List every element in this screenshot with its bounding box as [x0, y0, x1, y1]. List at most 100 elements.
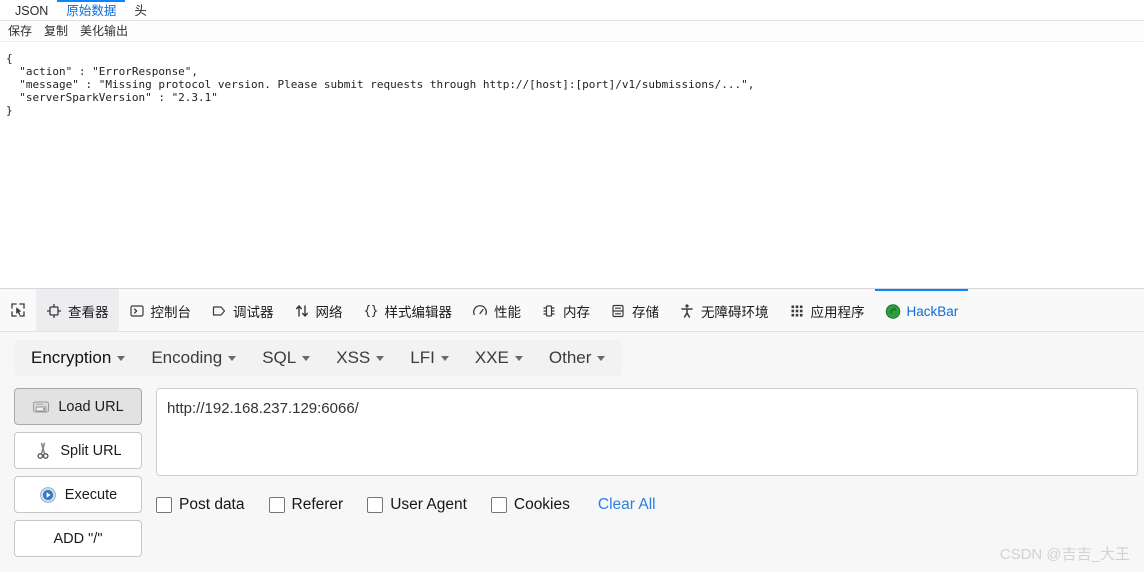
split-url-button-label: Split URL [60, 442, 122, 459]
chevron-down-icon [302, 355, 311, 361]
tab-accessibility[interactable]: 无障碍环境 [669, 289, 779, 331]
copy-action[interactable]: 复制 [44, 25, 68, 37]
hackbar-panel: Encryption Encoding SQL XSS LFI XXE Othe… [0, 332, 1144, 572]
response-tab-json[interactable]: JSON [6, 0, 57, 20]
option-cookies[interactable]: Cookies [490, 496, 570, 514]
menu-sql-label: SQL [262, 348, 297, 367]
response-panel: JSON 原始数据 头 保存 复制 美化输出 { "action" : "Err… [0, 0, 1144, 288]
hackbar-button-column: Load URL Split URL Execute ADD "/" [14, 388, 142, 557]
menu-encoding[interactable]: Encoding [138, 348, 249, 368]
hackbar-body: Load URL Split URL Execute ADD "/" http:… [0, 376, 1144, 557]
menu-xss[interactable]: XSS [323, 348, 397, 368]
storage-icon [610, 303, 626, 319]
response-tab-json-label: JSON [15, 3, 49, 18]
tab-style-editor[interactable]: 样式编辑器 [353, 289, 463, 331]
menu-other-label: Other [548, 348, 592, 367]
chevron-down-icon [117, 355, 126, 361]
response-tab-headers-label: 头 [134, 3, 147, 18]
option-referer-label: Referer [291, 496, 344, 513]
tab-storage-label: 存储 [632, 305, 659, 320]
cookies-checkbox[interactable] [490, 497, 507, 513]
execute-button-label: Execute [64, 486, 118, 503]
add-slash-button[interactable]: ADD "/" [14, 520, 142, 557]
performance-icon [472, 303, 488, 319]
menu-xxe[interactable]: XXE [462, 348, 536, 368]
response-tab-headers[interactable]: 头 [125, 0, 156, 20]
split-url-button[interactable]: Split URL [14, 432, 142, 469]
hackbar-icon [885, 303, 901, 319]
menu-encoding-label: Encoding [151, 348, 223, 367]
chevron-down-icon [376, 355, 385, 361]
inspector-picker-icon [10, 302, 26, 318]
chevron-down-icon [597, 355, 606, 361]
tab-console[interactable]: 控制台 [119, 289, 202, 331]
option-post-data-label: Post data [179, 496, 245, 513]
tab-application[interactable]: 应用程序 [779, 289, 875, 331]
hackbar-right-column: Post data Referer User Agent Cookies Cle… [156, 388, 1144, 557]
tab-storage[interactable]: 存储 [600, 289, 669, 331]
referer-checkbox[interactable] [268, 497, 285, 513]
inspector-picker-button[interactable] [0, 289, 36, 331]
menu-xxe-label: XXE [474, 348, 509, 367]
scissors-icon [34, 442, 52, 460]
tab-performance[interactable]: 性能 [462, 289, 531, 331]
menu-sql[interactable]: SQL [249, 348, 323, 368]
response-tab-raw-data[interactable]: 原始数据 [57, 0, 126, 20]
option-user-agent-label: User Agent [390, 496, 467, 513]
tab-performance-label: 性能 [494, 305, 521, 320]
accessibility-icon [679, 303, 695, 319]
option-referer[interactable]: Referer [268, 496, 344, 514]
tab-accessibility-label: 无障碍环境 [701, 305, 769, 320]
application-icon [789, 303, 805, 319]
option-post-data[interactable]: Post data [156, 496, 245, 514]
menu-lfi[interactable]: LFI [397, 348, 462, 368]
tab-memory[interactable]: 内存 [531, 289, 600, 331]
clear-all-link[interactable]: Clear All [598, 496, 656, 514]
memory-icon [541, 303, 557, 319]
option-user-agent[interactable]: User Agent [367, 496, 467, 514]
chevron-down-icon [228, 355, 237, 361]
tab-debugger-label: 调试器 [233, 305, 274, 320]
tab-hackbar[interactable]: HackBar [874, 289, 969, 331]
tab-hackbar-label: HackBar [906, 303, 959, 319]
load-url-button[interactable]: Load URL [14, 388, 142, 425]
style-editor-icon [363, 303, 379, 319]
user-agent-checkbox[interactable] [367, 497, 384, 513]
save-action[interactable]: 保存 [8, 25, 32, 37]
debugger-icon [211, 303, 227, 319]
play-icon [39, 486, 57, 504]
beautify-output-action[interactable]: 美化输出 [80, 25, 128, 37]
chevron-down-icon [514, 355, 523, 361]
chevron-down-icon [440, 355, 449, 361]
tab-network-label: 网络 [315, 305, 343, 320]
post-data-checkbox[interactable] [156, 497, 172, 513]
response-json-body: { "action" : "ErrorResponse", "message" … [6, 52, 755, 117]
tab-inspector[interactable]: 查看器 [36, 289, 119, 331]
devtools-toolbar: 查看器 控制台 调试器 网络 样式编辑器 性能 内存 存储 无障碍环境 应用程序… [0, 288, 1144, 332]
tab-debugger[interactable]: 调试器 [201, 289, 284, 331]
menu-encryption[interactable]: Encryption [18, 348, 138, 368]
response-tab-bar: JSON 原始数据 头 [0, 0, 1144, 21]
tab-memory-label: 内存 [563, 305, 590, 320]
menu-other[interactable]: Other [536, 348, 619, 368]
add-slash-button-label: ADD "/" [53, 530, 103, 547]
menu-xss-label: XSS [336, 348, 371, 367]
inspector-icon [46, 303, 62, 319]
tab-network[interactable]: 网络 [284, 289, 353, 331]
hackbar-menu-bar: Encryption Encoding SQL XSS LFI XXE Othe… [14, 340, 623, 376]
response-action-bar: 保存 复制 美化输出 [0, 21, 1144, 42]
tab-console-label: 控制台 [150, 305, 192, 320]
menu-encryption-label: Encryption [31, 348, 112, 367]
tab-application-label: 应用程序 [810, 305, 865, 320]
menu-lfi-label: LFI [410, 348, 435, 367]
tab-style-editor-label: 样式编辑器 [384, 305, 453, 320]
response-tab-raw-data-label: 原始数据 [66, 3, 117, 18]
execute-button[interactable]: Execute [14, 476, 142, 513]
load-url-icon [32, 398, 50, 416]
network-icon [294, 303, 310, 319]
watermark: CSDN @吉吉_大王 [999, 546, 1130, 563]
url-input[interactable] [156, 388, 1138, 476]
tab-inspector-label: 查看器 [68, 305, 109, 320]
hackbar-options-row: Post data Referer User Agent Cookies Cle… [156, 496, 1138, 514]
option-cookies-label: Cookies [513, 496, 570, 513]
